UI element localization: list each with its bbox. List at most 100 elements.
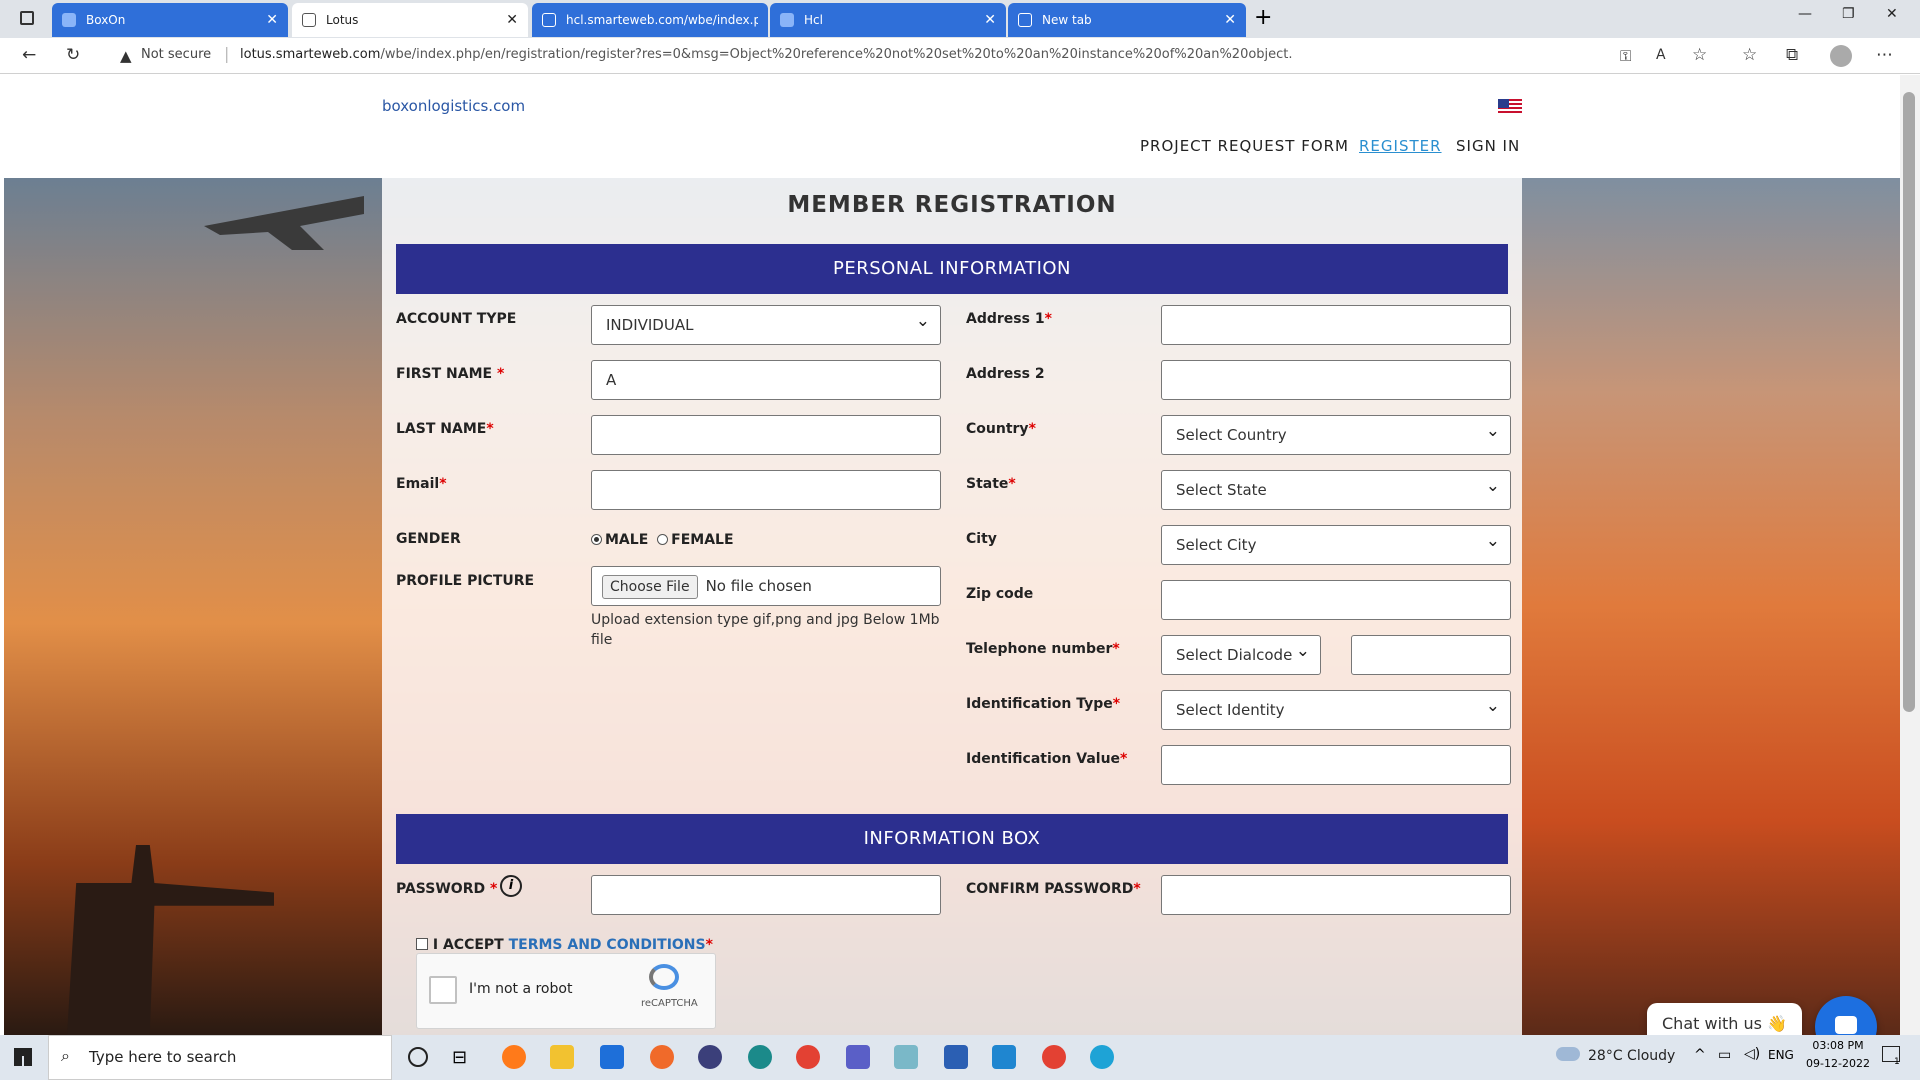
edge-dev-icon[interactable] (748, 1045, 772, 1069)
favorites-icon[interactable]: ☆ (1742, 45, 1757, 65)
close-tab-icon[interactable]: ✕ (984, 12, 996, 28)
email-input[interactable] (591, 470, 941, 510)
search-icon: ⌕ (61, 1046, 70, 1065)
zip-input[interactable] (1161, 580, 1511, 620)
flag-icon[interactable] (1498, 99, 1522, 115)
gender-male-radio[interactable] (591, 534, 602, 545)
chrome-icon-2[interactable] (1042, 1045, 1066, 1069)
tab-hcl-url[interactable]: hcl.smarteweb.com/wbe/index.p (532, 3, 768, 37)
account-type-select[interactable]: INDIVIDUAL (591, 302, 941, 345)
nav-project-request[interactable]: PROJECT REQUEST FORM (1140, 137, 1349, 155)
favicon-icon (62, 13, 76, 27)
language-indicator[interactable]: ENG (1768, 1048, 1794, 1062)
sidebar-toggle-icon[interactable] (20, 11, 34, 25)
page-title: MEMBER REGISTRATION (787, 192, 1117, 218)
web-page: boxonlogistics.com PROJECT REQUEST FORM … (4, 75, 1900, 1035)
task-view-icon[interactable]: ⊟ (452, 1047, 467, 1068)
section-personal-info: PERSONAL INFORMATION (396, 244, 1508, 294)
refresh-icon[interactable]: ↻ (66, 45, 80, 65)
id-value-input[interactable] (1161, 745, 1511, 785)
new-tab-icon[interactable]: + (1254, 5, 1272, 30)
mail-icon[interactable] (600, 1045, 624, 1069)
file-input[interactable]: Choose File No file chosen (591, 566, 941, 606)
weather-icon[interactable] (1556, 1047, 1580, 1061)
network-icon[interactable]: ▭ (1718, 1047, 1731, 1063)
chat-bubble[interactable]: Chat with us 👋 (1647, 1003, 1802, 1035)
tab-hcl[interactable]: Hcl ✕ (770, 3, 1006, 37)
choose-file-button[interactable]: Choose File (602, 575, 698, 599)
windows-icon[interactable] (14, 1048, 32, 1066)
vscode-icon[interactable] (992, 1045, 1016, 1069)
page-icon (1018, 13, 1032, 27)
site-header: boxonlogistics.com PROJECT REQUEST FORM … (4, 75, 1900, 178)
confirm-password-label: CONFIRM PASSWORD* (966, 881, 1141, 897)
close-tab-icon[interactable]: ✕ (1224, 12, 1236, 28)
telephone-input[interactable] (1351, 635, 1511, 675)
volume-icon[interactable]: ◁) (1744, 1046, 1760, 1062)
nav-register[interactable]: REGISTER (1359, 137, 1442, 155)
not-secure-label[interactable]: Not secure (141, 47, 211, 62)
gender-female-radio[interactable] (657, 534, 669, 545)
country-label: Country* (966, 421, 1036, 437)
background-left (4, 178, 382, 1035)
close-tab-icon[interactable]: ✕ (266, 12, 278, 28)
taskbar-search[interactable]: ⌕ Type here to search (48, 1035, 392, 1080)
warning-icon[interactable]: ▲ (120, 47, 132, 65)
minimize-icon[interactable]: — (1798, 6, 1812, 22)
read-aloud-icon[interactable]: A (1656, 47, 1666, 63)
more-icon[interactable]: ⋯ (1876, 45, 1893, 65)
key-icon[interactable]: ⚿ (1620, 47, 1631, 65)
postman-icon[interactable] (650, 1045, 674, 1069)
scrollbar-thumb[interactable] (1903, 92, 1915, 712)
restore-icon[interactable]: ❐ (1842, 6, 1855, 22)
teams-icon[interactable] (846, 1045, 870, 1069)
back-icon[interactable]: ← (22, 45, 36, 65)
profile-avatar[interactable] (1830, 45, 1852, 67)
url-field[interactable]: lotus.smarteweb.com/wbe/index.php/en/reg… (240, 47, 1293, 62)
id-type-select[interactable]: Select Identity (1161, 687, 1511, 730)
terms-checkbox[interactable] (416, 938, 428, 950)
clock-date[interactable]: 09-12-2022 (1806, 1057, 1870, 1070)
eclipse-icon[interactable] (698, 1045, 722, 1069)
notepad-icon[interactable] (894, 1045, 918, 1069)
address2-input[interactable] (1161, 360, 1511, 400)
close-window-icon[interactable]: ✕ (1886, 6, 1898, 22)
favorite-add-icon[interactable]: ☆ (1692, 45, 1707, 65)
tab-lotus[interactable]: Lotus ✕ (292, 3, 528, 37)
site-logo[interactable]: boxonlogistics.com (382, 97, 525, 115)
password-label: PASSWORD * (396, 881, 498, 897)
file-explorer-icon[interactable] (550, 1045, 574, 1069)
tab-boxon[interactable]: BoxOn ✕ (52, 3, 288, 37)
divider: | (224, 44, 230, 63)
terms-link[interactable]: TERMS AND CONDITIONS (509, 937, 706, 953)
city-select[interactable]: Select City (1161, 522, 1511, 565)
word-icon[interactable] (944, 1045, 968, 1069)
state-select[interactable]: Select State (1161, 467, 1511, 510)
weather-text[interactable]: 28°C Cloudy (1588, 1048, 1675, 1064)
tab-new[interactable]: New tab ✕ (1008, 3, 1246, 37)
cortana-icon[interactable] (408, 1047, 428, 1067)
edge-icon[interactable] (1090, 1045, 1114, 1069)
chrome-icon[interactable] (796, 1045, 820, 1069)
collections-icon[interactable]: ⧉ (1786, 45, 1798, 65)
address2-label: Address 2 (966, 366, 1045, 382)
country-select[interactable]: Select Country (1161, 412, 1511, 455)
chevron-up-icon[interactable]: ^ (1694, 1047, 1706, 1063)
firefox-icon[interactable] (502, 1045, 526, 1069)
page-icon (542, 13, 556, 27)
address1-input[interactable] (1161, 305, 1511, 345)
recaptcha-widget: I'm not a robot reCAPTCHA (416, 953, 716, 1029)
zip-label: Zip code (966, 586, 1034, 602)
confirm-password-input[interactable] (1161, 875, 1511, 915)
last-name-input[interactable] (591, 415, 941, 455)
first-name-input[interactable]: A (591, 360, 941, 400)
dialcode-select[interactable]: Select Dialcode (1161, 632, 1321, 675)
notification-count: 1 (1894, 1057, 1900, 1067)
clock-time[interactable]: 03:08 PM (1806, 1039, 1870, 1052)
nav-sign-in[interactable]: SIGN IN (1456, 137, 1520, 155)
recaptcha-checkbox[interactable] (429, 976, 457, 1004)
close-tab-icon[interactable]: ✕ (506, 12, 518, 28)
address-bar: ← ↻ ▲ Not secure | lotus.smarteweb.com/w… (0, 38, 1920, 74)
info-icon[interactable]: i (500, 875, 522, 897)
password-input[interactable] (591, 875, 941, 915)
